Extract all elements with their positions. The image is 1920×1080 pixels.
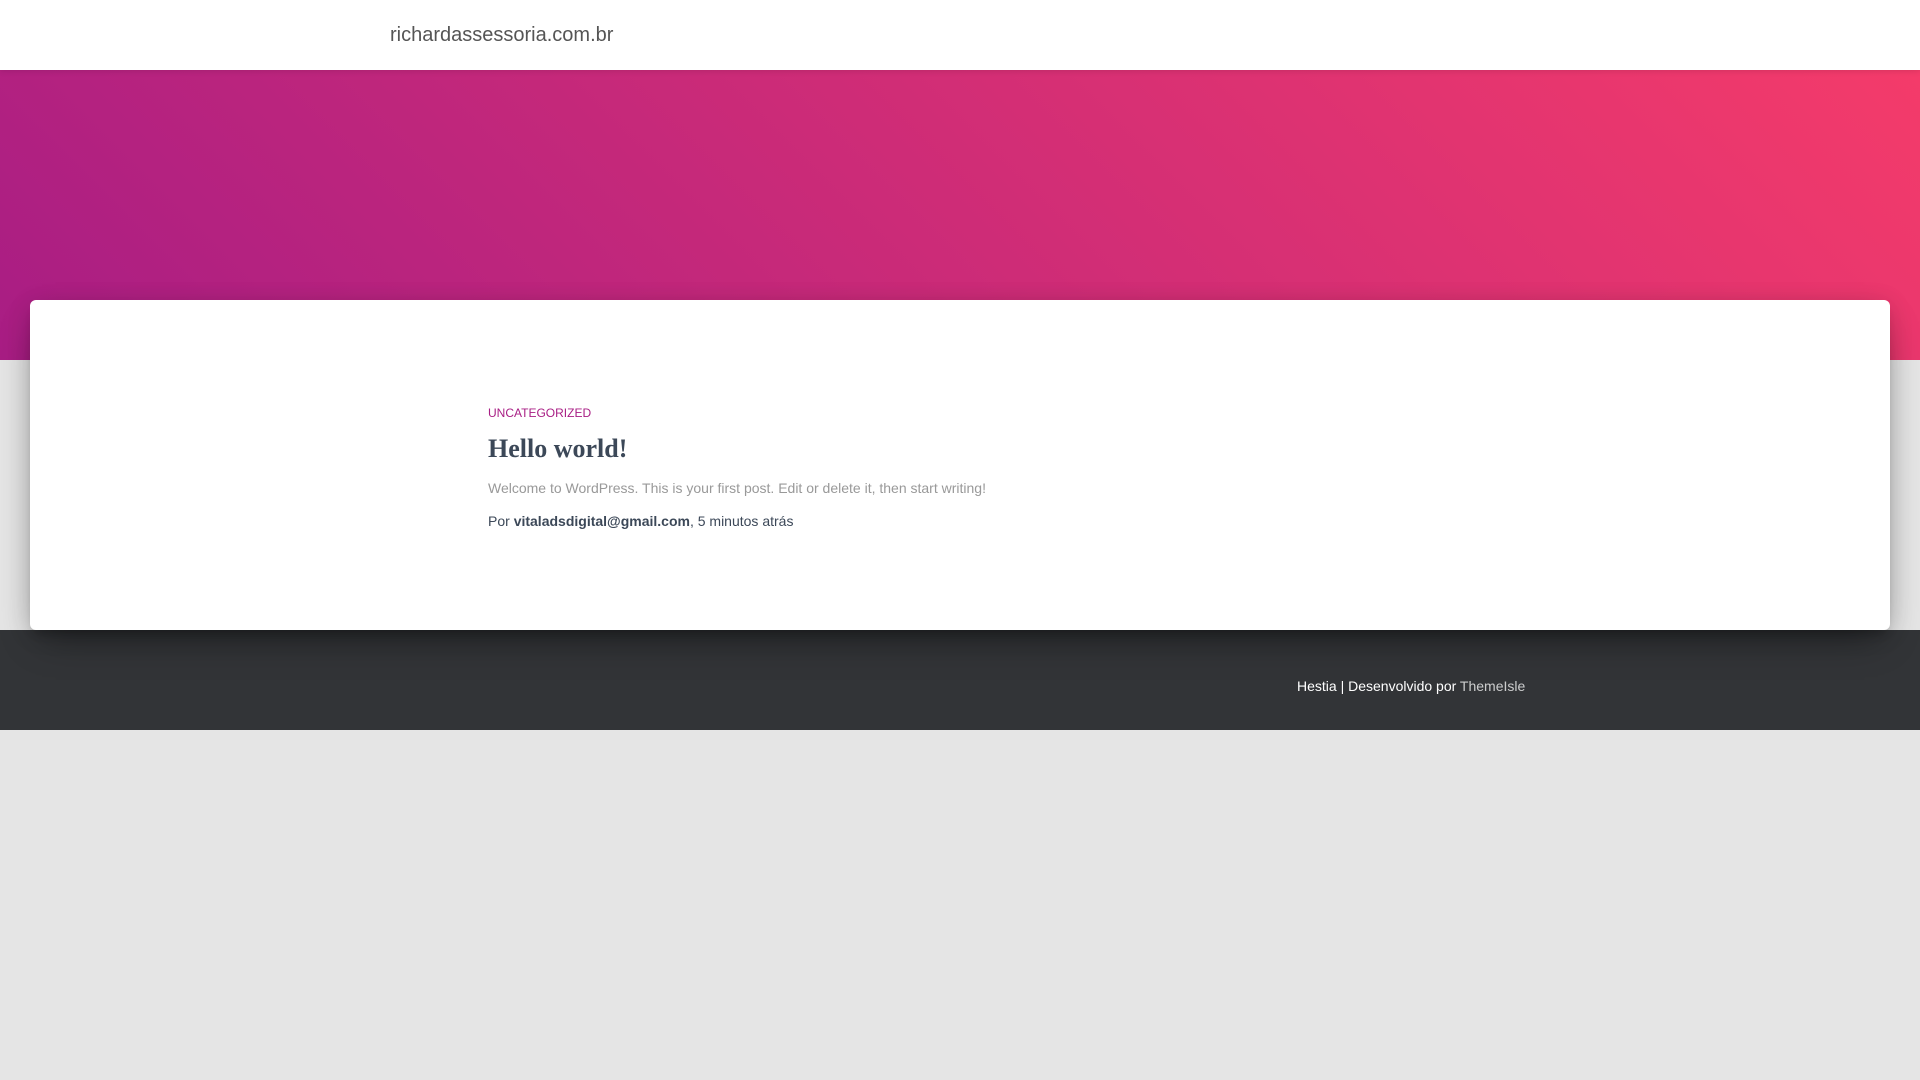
footer-credit-text: Hestia | Desenvolvido por [1297, 678, 1460, 694]
post-title[interactable]: Hello world! [488, 434, 986, 464]
main-content-card: UNCATEGORIZED Hello world! Welcome to Wo… [30, 300, 1890, 630]
blog-post: UNCATEGORIZED Hello world! Welcome to Wo… [488, 406, 986, 531]
footer-credit: Hestia | Desenvolvido por ThemeIsle [1297, 677, 1525, 695]
themeisle-link[interactable]: ThemeIsle [1460, 678, 1525, 694]
post-category-link[interactable]: UNCATEGORIZED [488, 406, 986, 420]
navbar: richardassessoria.com.br [0, 0, 1920, 70]
site-title-link[interactable]: richardassessoria.com.br [390, 24, 613, 46]
post-excerpt: Welcome to WordPress. This is your first… [488, 480, 986, 496]
post-author-link[interactable]: vitaladsdigital@gmail.com [514, 513, 690, 529]
meta-prefix: Por [488, 513, 514, 529]
site-footer: Hestia | Desenvolvido por ThemeIsle [0, 630, 1920, 730]
post-title-link[interactable]: Hello world! [488, 434, 627, 463]
post-meta: Por vitaladsdigital@gmail.com, 5 minutos… [488, 511, 986, 531]
post-date: , 5 minutos atrás [689, 513, 794, 529]
